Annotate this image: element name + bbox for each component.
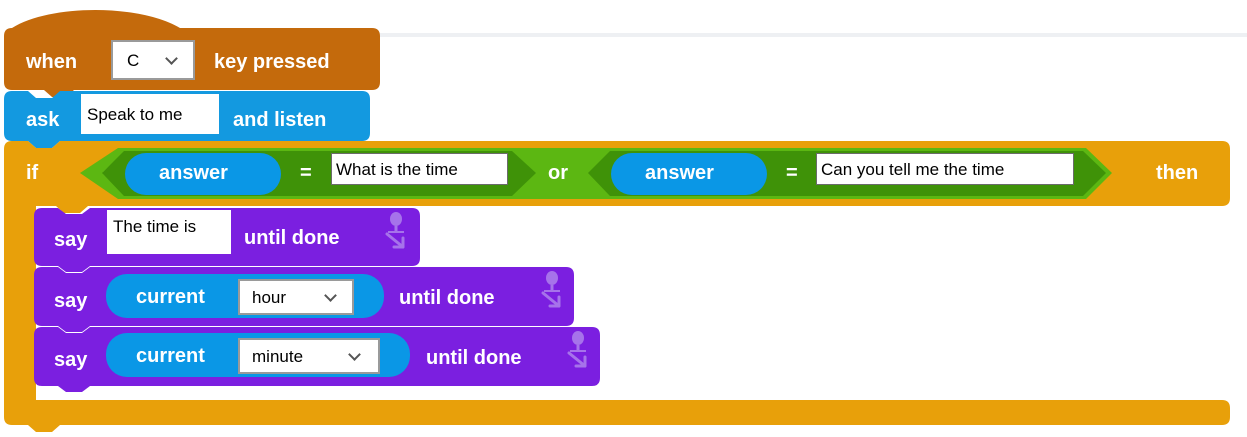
- until-done-label-1: until done: [244, 227, 340, 249]
- current-label-2: current: [136, 345, 205, 367]
- chevron-down-icon: [348, 348, 361, 361]
- answer-reporter-left-label: answer: [159, 162, 228, 184]
- answer-reporter-right-label: answer: [645, 162, 714, 184]
- if-label: if: [26, 162, 39, 184]
- equals-sign-right: =: [786, 162, 798, 184]
- say-input-1[interactable]: The time is: [107, 210, 231, 254]
- ask-label: ask: [26, 109, 60, 131]
- say-label-2: say: [54, 290, 88, 312]
- chevron-down-icon: [165, 52, 178, 65]
- ask-input[interactable]: Speak to me: [81, 94, 219, 134]
- hour-dropdown[interactable]: hour: [238, 279, 354, 315]
- condition-value-left[interactable]: What is the time: [331, 153, 508, 185]
- hour-dropdown-value: hour: [252, 287, 287, 307]
- microphone-icon: [385, 212, 405, 249]
- key-dropdown[interactable]: C: [111, 40, 195, 80]
- until-done-label-3: until done: [426, 347, 522, 369]
- minute-dropdown-value: minute: [252, 346, 304, 366]
- then-label: then: [1156, 162, 1199, 184]
- say-label-1: say: [54, 229, 88, 251]
- when-label: when: [26, 51, 78, 73]
- minute-dropdown[interactable]: minute: [238, 338, 380, 374]
- current-label-1: current: [136, 286, 205, 308]
- microphone-icon: [567, 331, 587, 368]
- condition-value-right[interactable]: Can you tell me the time: [816, 153, 1074, 185]
- equals-sign-left: =: [300, 162, 312, 184]
- say-label-3: say: [54, 349, 88, 371]
- chevron-down-icon: [324, 289, 337, 302]
- and-listen-label: and listen: [233, 109, 327, 131]
- key-dropdown-value: C: [127, 50, 140, 70]
- or-label: or: [548, 162, 568, 184]
- until-done-label-2: until done: [399, 287, 495, 309]
- key-pressed-label: key pressed: [214, 51, 330, 73]
- microphone-icon: [541, 271, 561, 308]
- block-workspace[interactable]: when C key pressed ask Speak to me and l…: [0, 0, 1247, 437]
